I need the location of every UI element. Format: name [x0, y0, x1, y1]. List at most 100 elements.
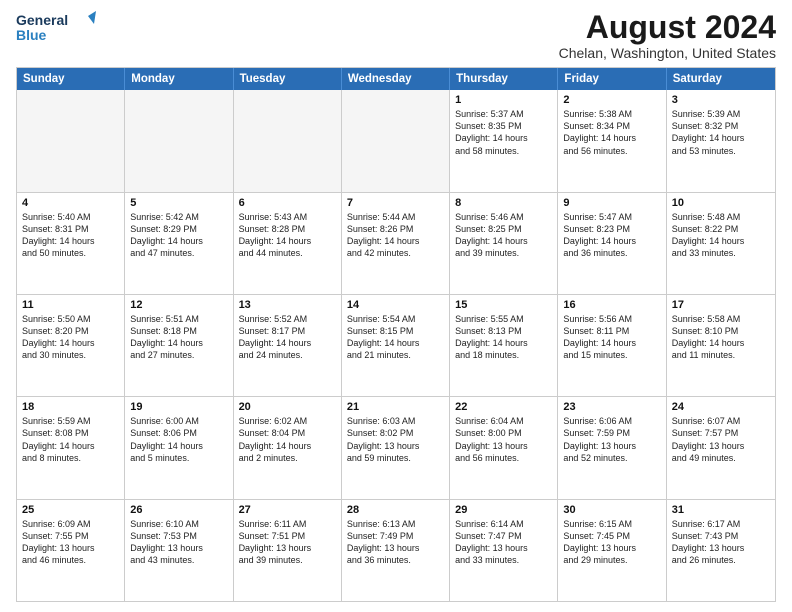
day-number: 11: [22, 299, 119, 311]
cal-cell-2-6: 9 Sunrise: 5:47 AM Sunset: 8:23 PM Daylig…: [558, 193, 666, 294]
cal-cell-1-1: [17, 90, 125, 191]
logo-svg: General Blue: [16, 10, 96, 46]
day-number: 21: [347, 401, 444, 413]
cal-cell-4-5: 22Sunrise: 6:04 AM Sunset: 8:00 PM Dayli…: [450, 397, 558, 498]
cell-info: Sunrise: 5:52 AM Sunset: 8:17 PM Dayligh…: [239, 313, 336, 362]
cal-row-2: 4 Sunrise: 5:40 AM Sunset: 8:31 PM Daylig…: [17, 193, 775, 295]
cal-cell-2-1: 4 Sunrise: 5:40 AM Sunset: 8:31 PM Daylig…: [17, 193, 125, 294]
cell-info: Sunrise: 5:44 AM Sunset: 8:26 PM Dayligh…: [347, 211, 444, 260]
cell-info: Sunrise: 5:55 AM Sunset: 8:13 PM Dayligh…: [455, 313, 552, 362]
cell-info: Sunrise: 6:07 AM Sunset: 7:57 PM Dayligh…: [672, 415, 770, 464]
day-number: 1: [455, 94, 552, 106]
day-number: 25: [22, 504, 119, 516]
weekday-saturday: Saturday: [667, 68, 775, 90]
day-number: 9: [563, 197, 660, 209]
cal-cell-2-4: 7 Sunrise: 5:44 AM Sunset: 8:26 PM Daylig…: [342, 193, 450, 294]
cell-info: Sunrise: 6:11 AM Sunset: 7:51 PM Dayligh…: [239, 518, 336, 567]
cell-info: Sunrise: 5:43 AM Sunset: 8:28 PM Dayligh…: [239, 211, 336, 260]
cal-cell-5-4: 28Sunrise: 6:13 AM Sunset: 7:49 PM Dayli…: [342, 500, 450, 601]
day-number: 14: [347, 299, 444, 311]
day-number: 23: [563, 401, 660, 413]
cell-info: Sunrise: 5:42 AM Sunset: 8:29 PM Dayligh…: [130, 211, 227, 260]
cell-info: Sunrise: 6:00 AM Sunset: 8:06 PM Dayligh…: [130, 415, 227, 464]
cell-info: Sunrise: 5:39 AM Sunset: 8:32 PM Dayligh…: [672, 108, 770, 157]
header: General Blue August 2024 Chelan, Washing…: [16, 10, 776, 61]
cell-info: Sunrise: 6:15 AM Sunset: 7:45 PM Dayligh…: [563, 518, 660, 567]
cal-cell-4-1: 18 Sunrise: 5:59 AM Sunset: 8:08 PM Dayli…: [17, 397, 125, 498]
cal-cell-3-5: 15 Sunrise: 5:55 AM Sunset: 8:13 PM Dayli…: [450, 295, 558, 396]
weekday-monday: Monday: [125, 68, 233, 90]
cal-cell-3-1: 11 Sunrise: 5:50 AM Sunset: 8:20 PM Dayli…: [17, 295, 125, 396]
cell-info: Sunrise: 5:59 AM Sunset: 8:08 PM Dayligh…: [22, 415, 119, 464]
cell-info: Sunrise: 5:37 AM Sunset: 8:35 PM Dayligh…: [455, 108, 552, 157]
cal-cell-4-7: 24 Sunrise: 6:07 AM Sunset: 7:57 PM Dayli…: [667, 397, 775, 498]
cell-info: Sunrise: 6:02 AM Sunset: 8:04 PM Dayligh…: [239, 415, 336, 464]
cal-cell-4-3: 20Sunrise: 6:02 AM Sunset: 8:04 PM Dayli…: [234, 397, 342, 498]
day-number: 4: [22, 197, 119, 209]
cal-cell-1-7: 3Sunrise: 5:39 AM Sunset: 8:32 PM Daylig…: [667, 90, 775, 191]
cell-info: Sunrise: 5:56 AM Sunset: 8:11 PM Dayligh…: [563, 313, 660, 362]
cal-cell-3-4: 14 Sunrise: 5:54 AM Sunset: 8:15 PM Dayli…: [342, 295, 450, 396]
calendar-header: Sunday Monday Tuesday Wednesday Thursday…: [17, 68, 775, 90]
cell-info: Sunrise: 6:03 AM Sunset: 8:02 PM Dayligh…: [347, 415, 444, 464]
day-number: 31: [672, 504, 770, 516]
title-area: August 2024 Chelan, Washington, United S…: [559, 10, 776, 61]
weekday-tuesday: Tuesday: [234, 68, 342, 90]
cal-cell-5-2: 26Sunrise: 6:10 AM Sunset: 7:53 PM Dayli…: [125, 500, 233, 601]
cal-cell-3-3: 13 Sunrise: 5:52 AM Sunset: 8:17 PM Dayli…: [234, 295, 342, 396]
cell-info: Sunrise: 5:46 AM Sunset: 8:25 PM Dayligh…: [455, 211, 552, 260]
calendar-body: 1 Sunrise: 5:37 AM Sunset: 8:35 PM Daylig…: [17, 90, 775, 601]
cal-cell-4-6: 23Sunrise: 6:06 AM Sunset: 7:59 PM Dayli…: [558, 397, 666, 498]
day-number: 16: [563, 299, 660, 311]
cal-cell-1-3: [234, 90, 342, 191]
cal-row-3: 11 Sunrise: 5:50 AM Sunset: 8:20 PM Dayli…: [17, 295, 775, 397]
logo: General Blue: [16, 10, 96, 46]
cal-cell-5-1: 25 Sunrise: 6:09 AM Sunset: 7:55 PM Dayli…: [17, 500, 125, 601]
day-number: 27: [239, 504, 336, 516]
cell-info: Sunrise: 6:09 AM Sunset: 7:55 PM Dayligh…: [22, 518, 119, 567]
weekday-wednesday: Wednesday: [342, 68, 450, 90]
calendar: Sunday Monday Tuesday Wednesday Thursday…: [16, 67, 776, 602]
weekday-sunday: Sunday: [17, 68, 125, 90]
cal-row-1: 1 Sunrise: 5:37 AM Sunset: 8:35 PM Daylig…: [17, 90, 775, 192]
cal-cell-5-5: 29Sunrise: 6:14 AM Sunset: 7:47 PM Dayli…: [450, 500, 558, 601]
cal-cell-4-2: 19 Sunrise: 6:00 AM Sunset: 8:06 PM Dayli…: [125, 397, 233, 498]
day-number: 19: [130, 401, 227, 413]
day-number: 22: [455, 401, 552, 413]
cal-cell-5-3: 27 Sunrise: 6:11 AM Sunset: 7:51 PM Dayli…: [234, 500, 342, 601]
day-number: 8: [455, 197, 552, 209]
cell-info: Sunrise: 5:47 AM Sunset: 8:23 PM Dayligh…: [563, 211, 660, 260]
cal-cell-4-4: 21 Sunrise: 6:03 AM Sunset: 8:02 PM Dayli…: [342, 397, 450, 498]
day-number: 7: [347, 197, 444, 209]
cal-row-5: 25 Sunrise: 6:09 AM Sunset: 7:55 PM Dayli…: [17, 500, 775, 601]
cal-cell-5-7: 31Sunrise: 6:17 AM Sunset: 7:43 PM Dayli…: [667, 500, 775, 601]
cal-cell-2-5: 8 Sunrise: 5:46 AM Sunset: 8:25 PM Daylig…: [450, 193, 558, 294]
day-number: 18: [22, 401, 119, 413]
cal-row-4: 18 Sunrise: 5:59 AM Sunset: 8:08 PM Dayli…: [17, 397, 775, 499]
day-number: 24: [672, 401, 770, 413]
day-number: 5: [130, 197, 227, 209]
day-number: 13: [239, 299, 336, 311]
cell-info: Sunrise: 5:51 AM Sunset: 8:18 PM Dayligh…: [130, 313, 227, 362]
cal-cell-5-6: 30 Sunrise: 6:15 AM Sunset: 7:45 PM Dayli…: [558, 500, 666, 601]
day-number: 26: [130, 504, 227, 516]
cal-cell-2-7: 10Sunrise: 5:48 AM Sunset: 8:22 PM Dayli…: [667, 193, 775, 294]
cell-info: Sunrise: 5:48 AM Sunset: 8:22 PM Dayligh…: [672, 211, 770, 260]
cal-cell-3-6: 16 Sunrise: 5:56 AM Sunset: 8:11 PM Dayli…: [558, 295, 666, 396]
cell-info: Sunrise: 5:38 AM Sunset: 8:34 PM Dayligh…: [563, 108, 660, 157]
cell-info: Sunrise: 6:13 AM Sunset: 7:49 PM Dayligh…: [347, 518, 444, 567]
day-number: 6: [239, 197, 336, 209]
page: General Blue August 2024 Chelan, Washing…: [0, 0, 792, 612]
svg-text:General: General: [16, 12, 68, 28]
day-number: 30: [563, 504, 660, 516]
cell-info: Sunrise: 5:40 AM Sunset: 8:31 PM Dayligh…: [22, 211, 119, 260]
weekday-friday: Friday: [558, 68, 666, 90]
cal-cell-1-2: [125, 90, 233, 191]
cell-info: Sunrise: 5:54 AM Sunset: 8:15 PM Dayligh…: [347, 313, 444, 362]
cal-cell-3-7: 17Sunrise: 5:58 AM Sunset: 8:10 PM Dayli…: [667, 295, 775, 396]
day-number: 29: [455, 504, 552, 516]
cal-cell-2-2: 5 Sunrise: 5:42 AM Sunset: 8:29 PM Daylig…: [125, 193, 233, 294]
day-number: 15: [455, 299, 552, 311]
cell-info: Sunrise: 5:50 AM Sunset: 8:20 PM Dayligh…: [22, 313, 119, 362]
cal-cell-3-2: 12Sunrise: 5:51 AM Sunset: 8:18 PM Dayli…: [125, 295, 233, 396]
